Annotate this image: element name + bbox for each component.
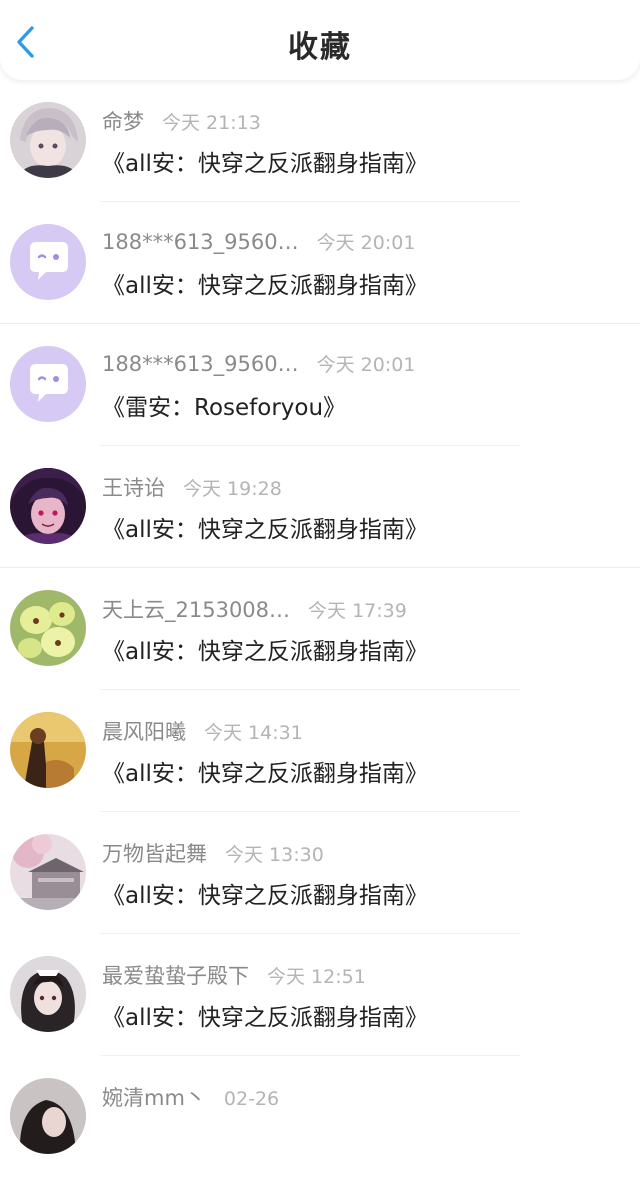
yellow-flower-avatar-icon (10, 590, 86, 666)
timestamp: 今天 19:28 (183, 478, 282, 500)
username[interactable]: 王诗诒 (102, 472, 165, 502)
default-chat-avatar-icon (10, 346, 86, 422)
username[interactable]: 天上云_2153008… (102, 594, 290, 624)
book-title[interactable]: 《all安：快穿之反派翻身指南》 (102, 144, 428, 178)
book-title[interactable]: 《all安：快穿之反派翻身指南》 (102, 266, 428, 300)
user-avatar[interactable] (10, 102, 86, 178)
list-item[interactable]: 婉清mm丶 02-26 (0, 1056, 640, 1178)
username[interactable]: 万物皆起舞 (102, 838, 207, 868)
timestamp: 今天 14:31 (204, 722, 303, 744)
username[interactable]: 188***613_9560… (102, 230, 299, 254)
favorites-list: 命梦 今天 21:13 《all安：快穿之反派翻身指南》 188***613_9… (0, 80, 640, 1178)
timestamp: 02-26 (223, 1088, 280, 1110)
timestamp: 今天 12:51 (267, 966, 366, 988)
book-title[interactable]: 《雷安：Roseforyou》 (102, 388, 346, 422)
list-item[interactable]: 天上云_2153008… 今天 17:39 《all安：快穿之反派翻身指南》 (0, 568, 640, 690)
book-title[interactable]: 《all安：快穿之反派翻身指南》 (102, 632, 428, 666)
list-item[interactable]: 万物皆起舞 今天 13:30 《all安：快穿之反派翻身指南》 (0, 812, 640, 934)
list-item[interactable]: 晨风阳曦 今天 14:31 《all安：快穿之反派翻身指南》 (0, 690, 640, 812)
anime-maid-avatar-icon (10, 956, 86, 1032)
username[interactable]: 晨风阳曦 (102, 716, 186, 746)
book-title[interactable]: 《all安：快穿之反派翻身指南》 (102, 754, 428, 788)
timestamp: 今天 21:13 (162, 112, 261, 134)
page-title: 收藏 (288, 30, 352, 65)
user-avatar[interactable] (10, 1078, 86, 1154)
user-avatar[interactable] (10, 468, 86, 544)
timestamp: 今天 17:39 (308, 600, 407, 622)
username[interactable]: 命梦 (102, 106, 144, 136)
timestamp: 今天 20:01 (316, 232, 416, 254)
user-avatar[interactable] (10, 712, 86, 788)
user-avatar[interactable] (10, 346, 86, 422)
list-item[interactable]: 王诗诒 今天 19:28 《all安：快穿之反派翻身指南》 (0, 446, 640, 568)
default-chat-avatar-icon (10, 224, 86, 300)
user-avatar[interactable] (10, 590, 86, 666)
user-avatar[interactable] (10, 956, 86, 1032)
timestamp: 今天 20:01 (316, 354, 416, 376)
list-item[interactable]: 命梦 今天 21:13 《all安：快穿之反派翻身指南》 (0, 80, 640, 202)
list-item[interactable]: 188***613_9560… 今天 20:01 《雷安：Roseforyou》 (0, 324, 640, 446)
user-avatar[interactable] (10, 834, 86, 910)
book-title[interactable]: 《all安：快穿之反派翻身指南》 (102, 876, 428, 910)
anime-purple-avatar-icon (10, 468, 86, 544)
book-title[interactable]: 《all安：快穿之反派翻身指南》 (102, 998, 428, 1032)
list-item[interactable]: 188***613_9560… 今天 20:01 《all安：快穿之反派翻身指南… (0, 202, 640, 324)
user-avatar[interactable] (10, 224, 86, 300)
nav-header: 收藏 (0, 0, 640, 80)
timestamp: 今天 13:30 (225, 844, 324, 866)
list-item[interactable]: 最爱蛰蛰子殿下 今天 12:51 《all安：快穿之反派翻身指南》 (0, 934, 640, 1056)
dark-portrait-avatar-icon (10, 1078, 86, 1154)
username[interactable]: 最爱蛰蛰子殿下 (102, 960, 249, 990)
book-title[interactable]: 《all安：快穿之反派翻身指南》 (102, 510, 428, 544)
username[interactable]: 婉清mm丶 (102, 1082, 206, 1112)
anime-boy-avatar-icon (10, 102, 86, 178)
blossom-house-avatar-icon (10, 834, 86, 910)
golden-field-avatar-icon (10, 712, 86, 788)
username[interactable]: 188***613_9560… (102, 352, 299, 376)
